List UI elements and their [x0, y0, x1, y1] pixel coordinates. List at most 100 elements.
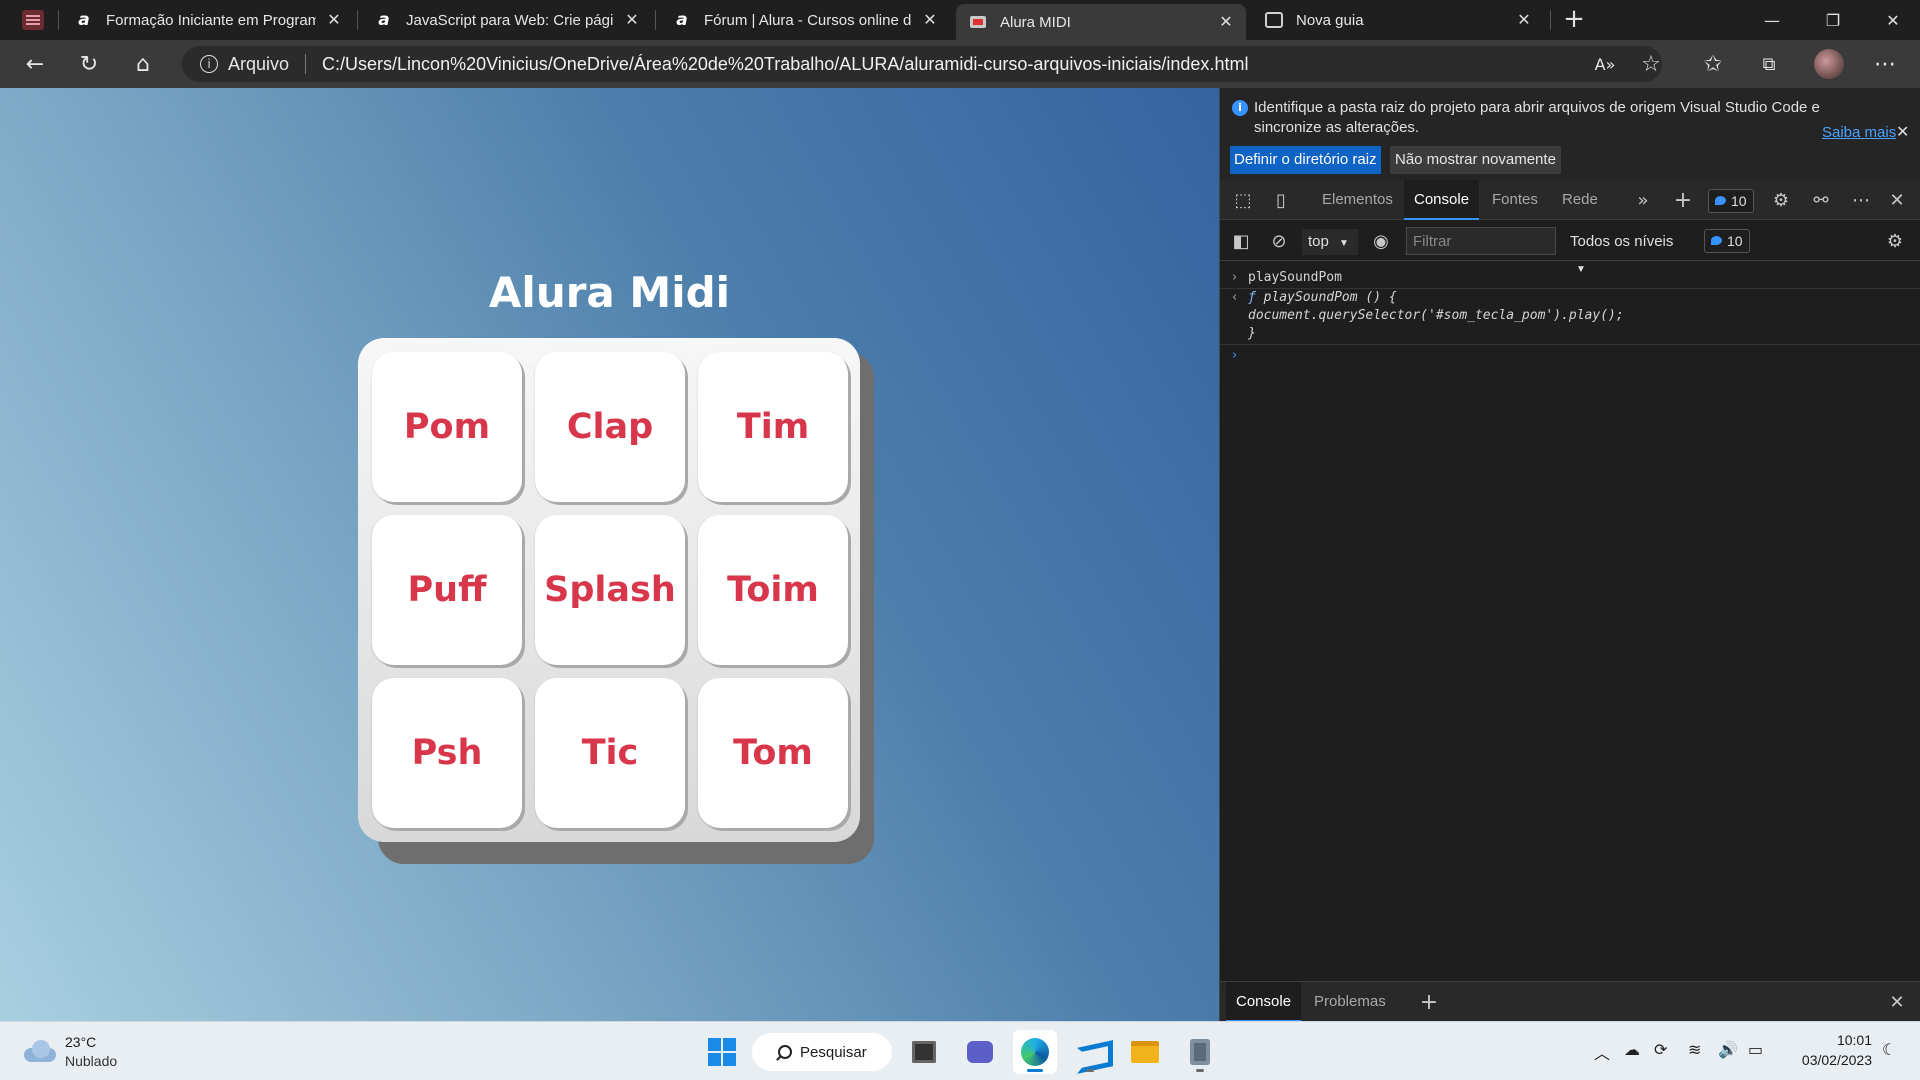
key-puff[interactable]: Puff	[372, 515, 522, 665]
remote-devices-icon[interactable]: ⚯	[1808, 188, 1834, 212]
tab-javascript[interactable]: a JavaScript para Web: Crie página ✕	[362, 4, 652, 36]
tab-forum[interactable]: a Fórum | Alura - Cursos online de ✕	[660, 4, 950, 36]
key-splash[interactable]: Splash	[535, 515, 685, 665]
minimize-icon[interactable]: —	[1747, 0, 1797, 40]
more-tabs-chevron-icon[interactable]: »	[1630, 188, 1656, 212]
tab-formacao[interactable]: a Formação Iniciante em Programa ✕	[62, 4, 354, 36]
address-bar[interactable]: i Arquivo C:/Users/Lincon%20Vinicius/One…	[182, 46, 1662, 82]
console-prompt-icon[interactable]: ›	[1232, 348, 1237, 363]
new-tab-plus-icon[interactable]: +	[1560, 6, 1588, 34]
drawer-close-icon[interactable]: ✕	[1884, 990, 1910, 1014]
key-tom[interactable]: Tom	[698, 678, 848, 828]
key-toim[interactable]: Toim	[698, 515, 848, 665]
devtools-more-icon[interactable]: ⋯	[1848, 188, 1874, 212]
dont-show-again-button[interactable]: Não mostrar novamente	[1390, 146, 1561, 174]
console-input-line: playSoundPom	[1248, 270, 1342, 285]
tab-separator	[58, 10, 59, 30]
key-tim[interactable]: Tim	[698, 352, 848, 502]
focus-moon-icon[interactable]: ☾	[1882, 1040, 1896, 1059]
edge-taskbar-button[interactable]	[1013, 1030, 1057, 1074]
cloudy-weather-icon[interactable]	[24, 1040, 58, 1062]
file-explorer-button[interactable]	[1123, 1030, 1167, 1074]
refresh-icon[interactable]: ↻	[72, 48, 106, 80]
weather-temperature[interactable]: 23°C	[65, 1034, 96, 1050]
tab-close-icon[interactable]: ✕	[922, 10, 938, 30]
site-info-icon[interactable]: i	[200, 55, 218, 73]
pdf-app-icon[interactable]	[22, 10, 44, 30]
live-expression-eye-icon[interactable]: ◉	[1368, 229, 1394, 253]
teams-chat-button[interactable]	[958, 1030, 1002, 1074]
key-clap[interactable]: Clap	[535, 352, 685, 502]
tab-close-icon[interactable]: ✕	[1516, 10, 1532, 30]
favorites-icon[interactable]: ✩	[1696, 48, 1730, 80]
onedrive-error-icon[interactable]: ☁	[1624, 1040, 1640, 1059]
infobar-close-icon[interactable]: ✕	[1896, 122, 1909, 141]
taskbar-search[interactable]: Pesquisar	[752, 1033, 892, 1071]
tab-title: Alura MIDI	[1000, 13, 1071, 31]
calculator-taskbar-button[interactable]	[1178, 1030, 1222, 1074]
tab-nova-guia[interactable]: Nova guia ✕	[1252, 4, 1544, 36]
devtools-close-icon[interactable]: ✕	[1884, 188, 1910, 212]
console-filter-input[interactable]	[1406, 227, 1556, 255]
inspect-element-icon[interactable]: ⬚	[1230, 188, 1256, 212]
key-psh[interactable]: Psh	[372, 678, 522, 828]
key-tic[interactable]: Tic	[535, 678, 685, 828]
settings-gear-icon[interactable]: ⚙	[1768, 188, 1794, 212]
sync-icon[interactable]: ⟳	[1654, 1040, 1667, 1059]
tab-close-icon[interactable]: ✕	[624, 10, 640, 30]
drawer-tab-console[interactable]: Console	[1226, 982, 1302, 1022]
running-indicator	[1027, 1069, 1043, 1072]
context-value: top	[1308, 233, 1329, 250]
url-text[interactable]: C:/Users/Lincon%20Vinicius/OneDrive/Área…	[322, 54, 1248, 75]
filter-messages-badge[interactable]: 10	[1704, 229, 1750, 253]
read-aloud-icon[interactable]: A»	[1588, 48, 1622, 80]
start-button[interactable]	[700, 1030, 744, 1074]
more-options-icon[interactable]: ⋯	[1868, 48, 1902, 80]
tab-rede[interactable]: Rede	[1552, 180, 1608, 220]
clock-date[interactable]: 03/02/2023	[1786, 1052, 1872, 1068]
task-view-icon	[912, 1041, 936, 1063]
vscode-taskbar-button[interactable]	[1068, 1030, 1112, 1074]
add-tool-plus-icon[interactable]: +	[1670, 188, 1696, 213]
infobar-message: Identifique a pasta raiz do projeto para…	[1254, 99, 1820, 136]
windows-taskbar: 23°C Nublado Pesquisar ︿ ☁ ⟳ ≋ 🔊 ▭ 10:01…	[0, 1021, 1920, 1080]
home-icon[interactable]: ⌂	[126, 48, 160, 80]
set-root-directory-button[interactable]: Definir o diretório raiz	[1230, 146, 1381, 174]
wifi-icon[interactable]: ≋	[1688, 1040, 1701, 1059]
tab-elementos[interactable]: Elementos	[1312, 180, 1403, 220]
new-tab-favicon-icon	[1264, 10, 1284, 30]
messages-badge[interactable]: 10	[1708, 189, 1754, 213]
devtools-infobar: i Identifique a pasta raiz do projeto pa…	[1220, 88, 1920, 180]
key-pom[interactable]: Pom	[372, 352, 522, 502]
add-favorite-icon[interactable]: ☆	[1634, 48, 1668, 80]
drawer-tab-problemas[interactable]: Problemas	[1304, 982, 1396, 1022]
tab-close-icon[interactable]: ✕	[326, 10, 342, 30]
console-output-line-1[interactable]: ƒ playSoundPom () {	[1248, 290, 1397, 305]
clock-time[interactable]: 10:01	[1828, 1032, 1872, 1048]
tray-chevron-up-icon[interactable]: ︿	[1594, 1040, 1610, 1064]
close-window-icon[interactable]: ✕	[1868, 0, 1918, 40]
tab-alura-midi[interactable]: Alura MIDI ✕	[956, 4, 1246, 40]
browser-toolbar: ← ↻ ⌂ i Arquivo C:/Users/Lincon%20Vinici…	[0, 40, 1920, 88]
restore-icon[interactable]: ❐	[1808, 0, 1858, 40]
collections-icon[interactable]: ⧉	[1752, 48, 1786, 80]
tab-console[interactable]: Console	[1404, 180, 1480, 220]
drawer-add-plus-icon[interactable]: +	[1416, 990, 1442, 1015]
clear-console-icon[interactable]: ⊘	[1266, 229, 1292, 253]
task-view-button[interactable]	[902, 1030, 946, 1074]
learn-more-link[interactable]: Saiba mais	[1822, 124, 1896, 141]
device-emulation-icon[interactable]: ▯	[1268, 188, 1294, 212]
context-select[interactable]: top ▼	[1302, 229, 1358, 255]
search-label: Pesquisar	[800, 1043, 867, 1061]
input-chevron-icon: ›	[1232, 270, 1238, 285]
battery-icon[interactable]: ▭	[1748, 1040, 1763, 1059]
tab-close-icon[interactable]: ✕	[1218, 12, 1234, 32]
volume-icon[interactable]: 🔊	[1718, 1040, 1738, 1059]
profile-avatar[interactable]	[1814, 49, 1844, 79]
tab-fontes[interactable]: Fontes	[1482, 180, 1548, 220]
weather-description[interactable]: Nublado	[65, 1053, 117, 1069]
console-settings-gear-icon[interactable]: ⚙	[1882, 229, 1908, 253]
log-levels-select[interactable]: Todos os níveis ▼	[1564, 229, 1688, 275]
back-arrow-icon[interactable]: ←	[18, 48, 52, 80]
sidebar-toggle-icon[interactable]: ◧	[1228, 229, 1254, 253]
